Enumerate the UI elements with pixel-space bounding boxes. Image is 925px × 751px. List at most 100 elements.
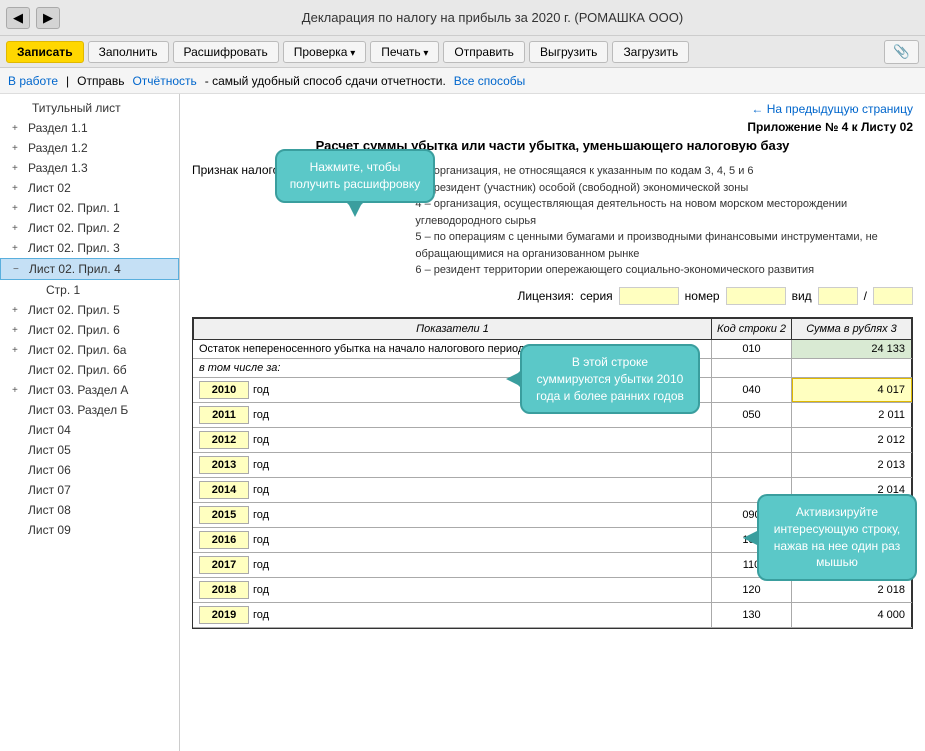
main-layout: Титульный лист + Раздел 1.1 + Раздел 1.2… xyxy=(0,94,925,751)
year-label-2016: 2016 год xyxy=(193,528,712,552)
sidebar-item-l05[interactable]: Лист 05 xyxy=(0,440,179,460)
sidebar-item-r13[interactable]: + Раздел 1.3 xyxy=(0,158,179,178)
table-row-2018[interactable]: 2018 год 120 2 018 xyxy=(193,578,912,603)
sidebar-item-str1[interactable]: Стр. 1 xyxy=(0,280,179,300)
sidebar-label: Лист 02. Прил. 6а xyxy=(28,343,126,357)
expand-icon: + xyxy=(12,163,24,174)
table-row-2013[interactable]: 2013 год 2 013 xyxy=(193,453,912,478)
breadcrumb-link[interactable]: ← На предыдущую страницу xyxy=(751,102,913,116)
sidebar-item-l02p6[interactable]: + Лист 02. Прил. 6 xyxy=(0,320,179,340)
row-2010-value[interactable]: 4 017 xyxy=(792,378,912,402)
year-text-2012: год xyxy=(253,434,269,446)
sidebar-item-l02[interactable]: + Лист 02 xyxy=(0,178,179,198)
year-label-2014: 2014 год xyxy=(193,478,712,502)
vygruzit-button[interactable]: Выгрузить xyxy=(529,41,609,63)
licenz-vid-input2[interactable] xyxy=(873,287,913,305)
sidebar-label: Раздел 1.1 xyxy=(28,121,88,135)
sidebar-item-r11[interactable]: + Раздел 1.1 xyxy=(0,118,179,138)
sidebar-item-l02p6b[interactable]: Лист 02. Прил. 6б xyxy=(0,360,179,380)
sidebar-label: Стр. 1 xyxy=(46,283,80,297)
otpravit-button[interactable]: Отправить xyxy=(443,41,525,63)
sidebar-item-l02p2[interactable]: + Лист 02. Прил. 2 xyxy=(0,218,179,238)
sidebar-label: Лист 02. Прил. 3 xyxy=(28,241,120,255)
sidebar-label: Лист 02. Прил. 4 xyxy=(29,262,121,276)
sidebar-label: Лист 03. Раздел Б xyxy=(28,403,128,417)
sidebar-label: Лист 05 xyxy=(28,443,71,457)
sidebar-item-l07[interactable]: Лист 07 xyxy=(0,480,179,500)
year-box-2016[interactable]: 2016 xyxy=(199,531,249,549)
table-row-2012[interactable]: 2012 год 2 012 xyxy=(193,428,912,453)
sidebar-label: Лист 02. Прил. 5 xyxy=(28,303,120,317)
row-2013-value[interactable]: 2 013 xyxy=(792,453,912,477)
licenz-nomer-label: номер xyxy=(685,289,720,303)
zapolnit-button[interactable]: Заполнить xyxy=(88,41,169,63)
row-2018-value[interactable]: 2 018 xyxy=(792,578,912,602)
licenz-seriya-input[interactable] xyxy=(619,287,679,305)
licenz-vid-input[interactable] xyxy=(818,287,858,305)
expand-icon: + xyxy=(12,123,24,134)
row-2019-code: 130 xyxy=(712,603,792,627)
content-area: ← На предыдущую страницу Приложение № 4 … xyxy=(180,94,925,751)
sidebar-item-r12[interactable]: + Раздел 1.2 xyxy=(0,138,179,158)
licenz-slash: / xyxy=(864,289,867,303)
top-nav-bar: ◀ ▶ Декларация по налогу на прибыль за 2… xyxy=(0,0,925,36)
tooltip-aktiviziruyte: Активизируйте интересующую строку, нажав… xyxy=(757,494,917,581)
sidebar-item-l02p4[interactable]: − Лист 02. Прил. 4 xyxy=(0,258,179,280)
year-box-2015[interactable]: 2015 xyxy=(199,506,249,524)
year-box-2018[interactable]: 2018 xyxy=(199,581,249,599)
tooltip1-text: Нажмите, чтобы получить расшифровку xyxy=(290,160,421,191)
proverka-button[interactable]: Проверка xyxy=(283,41,367,63)
sidebar-item-l02p5[interactable]: + Лист 02. Прил. 5 xyxy=(0,300,179,320)
sidebar-item-l02p6a[interactable]: + Лист 02. Прил. 6а xyxy=(0,340,179,360)
year-box-2014[interactable]: 2014 xyxy=(199,481,249,499)
th-col2: Код строки 2 xyxy=(712,319,792,340)
year-label-2013: 2013 год xyxy=(193,453,712,477)
sidebar-item-l06[interactable]: Лист 06 xyxy=(0,460,179,480)
year-box-2019[interactable]: 2019 xyxy=(199,606,249,624)
year-box-2010[interactable]: 2010 xyxy=(199,381,249,399)
expand-icon: + xyxy=(12,183,24,194)
licenz-seriya-label: серия xyxy=(580,289,613,303)
sidebar-item-l02p3[interactable]: + Лист 02. Прил. 3 xyxy=(0,238,179,258)
tooltip-summiruutsya: В этой строке суммируются убытки 2010 го… xyxy=(520,344,700,414)
row-2010-code: 040 xyxy=(712,378,792,402)
nalog-desc-line1: 1 – организация, не относящаяся к указан… xyxy=(415,163,913,180)
doc-header: Приложение № 4 к Листу 02 xyxy=(192,120,913,134)
sidebar-item-l04[interactable]: Лист 04 xyxy=(0,420,179,440)
status-bar: В работе | Отправь Отчётность - самый уд… xyxy=(0,68,925,94)
otchetnost-link[interactable]: Отчётность xyxy=(132,74,196,88)
back-button[interactable]: ◀ xyxy=(6,7,30,29)
sidebar-item-l03rb[interactable]: Лист 03. Раздел Б xyxy=(0,400,179,420)
v-rabote-status[interactable]: В работе xyxy=(8,74,58,88)
pechat-button[interactable]: Печать xyxy=(370,41,439,63)
row-2011-value[interactable]: 2 011 xyxy=(792,403,912,427)
zapisat-button[interactable]: Записать xyxy=(6,41,84,63)
year-label-2018: 2018 год xyxy=(193,578,712,602)
expand-icon: + xyxy=(12,325,24,336)
rasshifrovat-button[interactable]: Расшифровать xyxy=(173,41,279,63)
sidebar-item-l08[interactable]: Лист 08 xyxy=(0,500,179,520)
sidebar-item-l09[interactable]: Лист 09 xyxy=(0,520,179,540)
row-2012-value[interactable]: 2 012 xyxy=(792,428,912,452)
row-2019-value[interactable]: 4 000 xyxy=(792,603,912,627)
sidebar-item-l02p1[interactable]: + Лист 02. Прил. 1 xyxy=(0,198,179,218)
nalog-desc-line2: 3 – резидент (участник) особой (свободно… xyxy=(415,180,913,197)
year-text-2010: год xyxy=(253,384,269,396)
forward-button[interactable]: ▶ xyxy=(36,7,60,29)
sidebar-item-tit[interactable]: Титульный лист xyxy=(0,98,179,118)
clip-button[interactable]: 📎 xyxy=(884,40,919,64)
year-box-2017[interactable]: 2017 xyxy=(199,556,249,574)
sidebar-item-l03ra[interactable]: + Лист 03. Раздел А xyxy=(0,380,179,400)
nalog-desc: 1 – организация, не относящаяся к указан… xyxy=(415,163,913,279)
table-row-2019[interactable]: 2019 год 130 4 000 xyxy=(193,603,912,628)
year-box-2012[interactable]: 2012 xyxy=(199,431,249,449)
row-010-value[interactable]: 24 133 xyxy=(792,340,912,358)
window-title: Декларация по налогу на прибыль за 2020 … xyxy=(66,10,919,25)
licenz-nomer-input[interactable] xyxy=(726,287,786,305)
year-box-2013[interactable]: 2013 xyxy=(199,456,249,474)
vse-sposoby-link[interactable]: Все способы xyxy=(454,74,526,88)
sidebar-label: Лист 02. Прил. 6 xyxy=(28,323,120,337)
zagruzit-button[interactable]: Загрузить xyxy=(612,41,689,63)
year-box-2011[interactable]: 2011 xyxy=(199,406,249,424)
sidebar-label: Лист 06 xyxy=(28,463,71,477)
